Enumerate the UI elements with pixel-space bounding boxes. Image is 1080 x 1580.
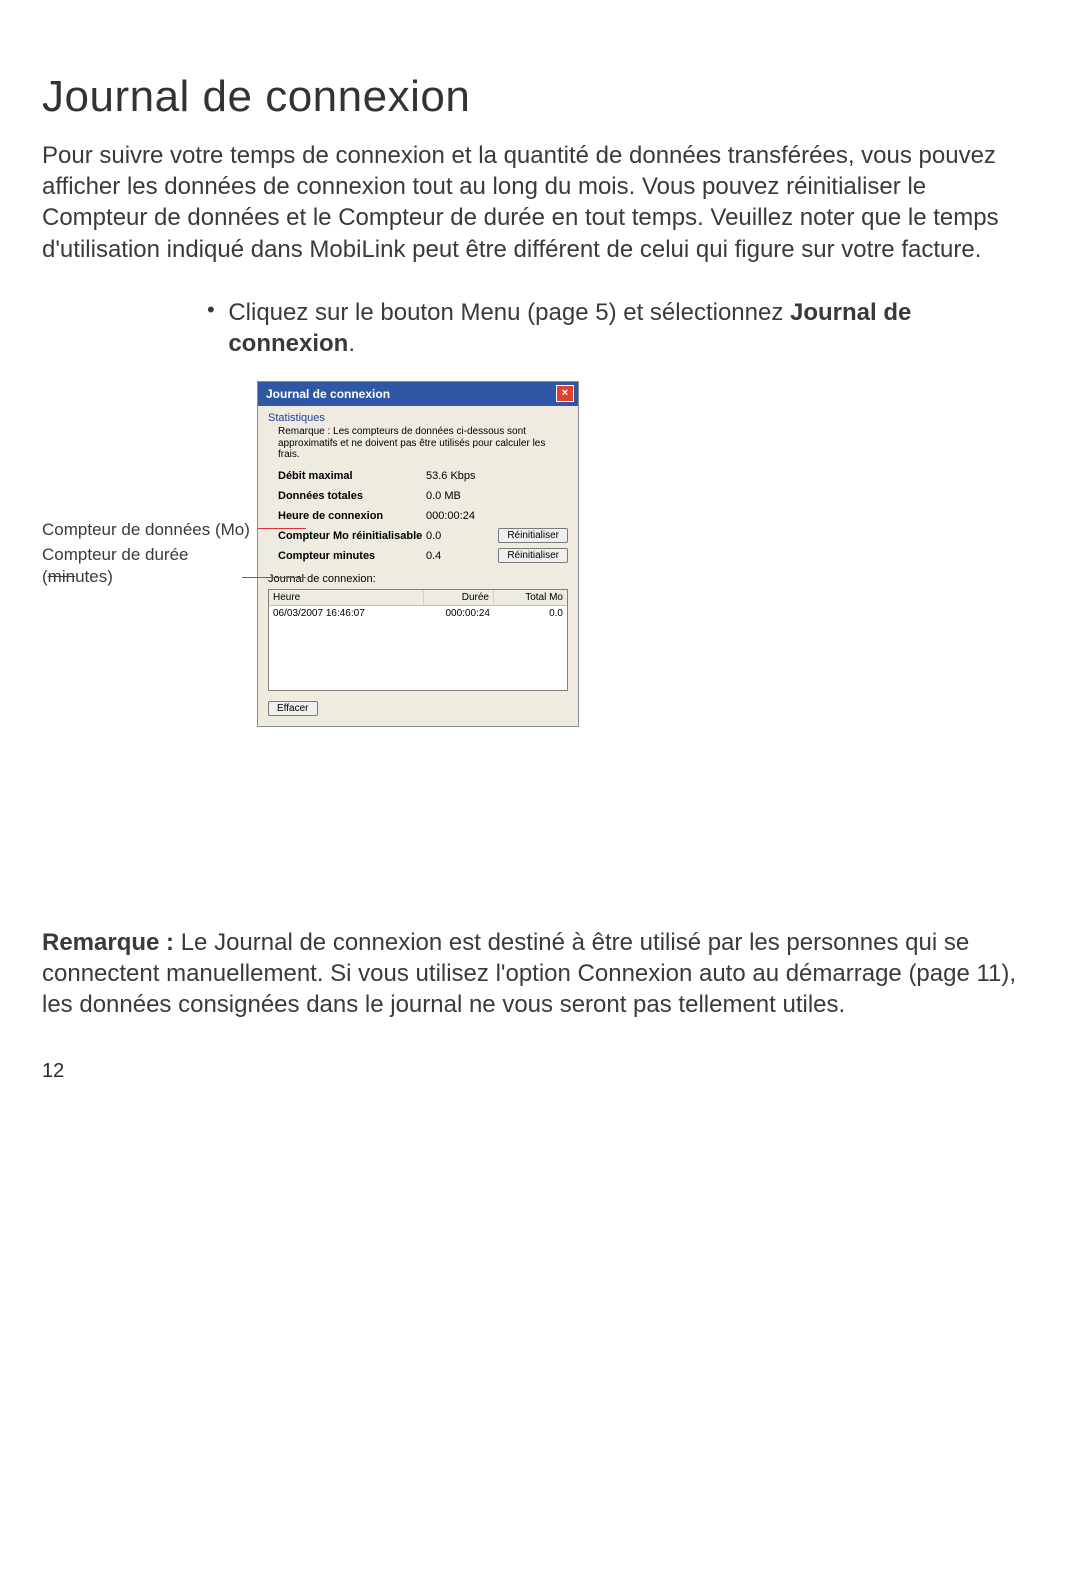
connection-log-dialog: Journal de connexion × Statistiques Rema… [257,381,579,727]
log-listbox[interactable]: Heure Durée Total Mo 06/03/2007 16:46:07… [268,589,568,691]
bullet-text-post: . [348,330,355,357]
stat-row-min-counter: Compteur minutes 0.4 Réinitialiser [278,547,568,565]
log-section-label: Journal de connexion: [268,573,568,585]
stats-note: Remarque : Les compteurs de données ci-d… [278,426,568,461]
stat-row-mb-counter: Compteur Mo réinitialisable 0.0 Réinitia… [278,527,568,545]
page-number: 12 [42,1060,1020,1083]
remark-text: Le Journal de connexion est destiné à êt… [42,929,1016,1018]
clear-button[interactable]: Effacer [268,701,318,716]
dialog-title-text: Journal de connexion [266,387,390,401]
callout-leader [258,528,306,529]
callout-data-counter: Compteur de données (Mo) [42,519,257,540]
log-row[interactable]: 06/03/2007 16:46:07 000:00:24 0.0 [269,606,567,621]
dialog-titlebar: Journal de connexion × [258,382,578,406]
bullet-item: • Cliquez sur le bouton Menu (page 5) et… [207,297,1020,359]
intro-paragraph: Pour suivre votre temps de connexion et … [42,140,1020,265]
bullet-text-pre: Cliquez sur le bouton Menu (page 5) et s… [228,299,790,326]
page-title: Journal de connexion [42,72,1020,122]
close-icon[interactable]: × [556,385,574,402]
stat-row-max-rate: Débit maximal 53.6 Kbps [278,467,568,485]
remark-label: Remarque : [42,929,181,956]
log-header-row: Heure Durée Total Mo [269,590,567,606]
reset-min-button[interactable]: Réinitialiser [498,548,568,563]
reset-mb-button[interactable]: Réinitialiser [498,528,568,543]
stat-row-conn-time: Heure de connexion 000:00:24 [278,507,568,525]
stat-row-total-data: Données totales 0.0 MB [278,487,568,505]
bullet-marker: • [207,297,228,323]
stats-legend: Statistiques [268,412,568,424]
callout-leader [242,577,306,578]
remark-paragraph: Remarque : Le Journal de connexion est d… [42,927,1020,1021]
callout-duration-counter: Compteur de durée (minutes) [42,544,257,587]
